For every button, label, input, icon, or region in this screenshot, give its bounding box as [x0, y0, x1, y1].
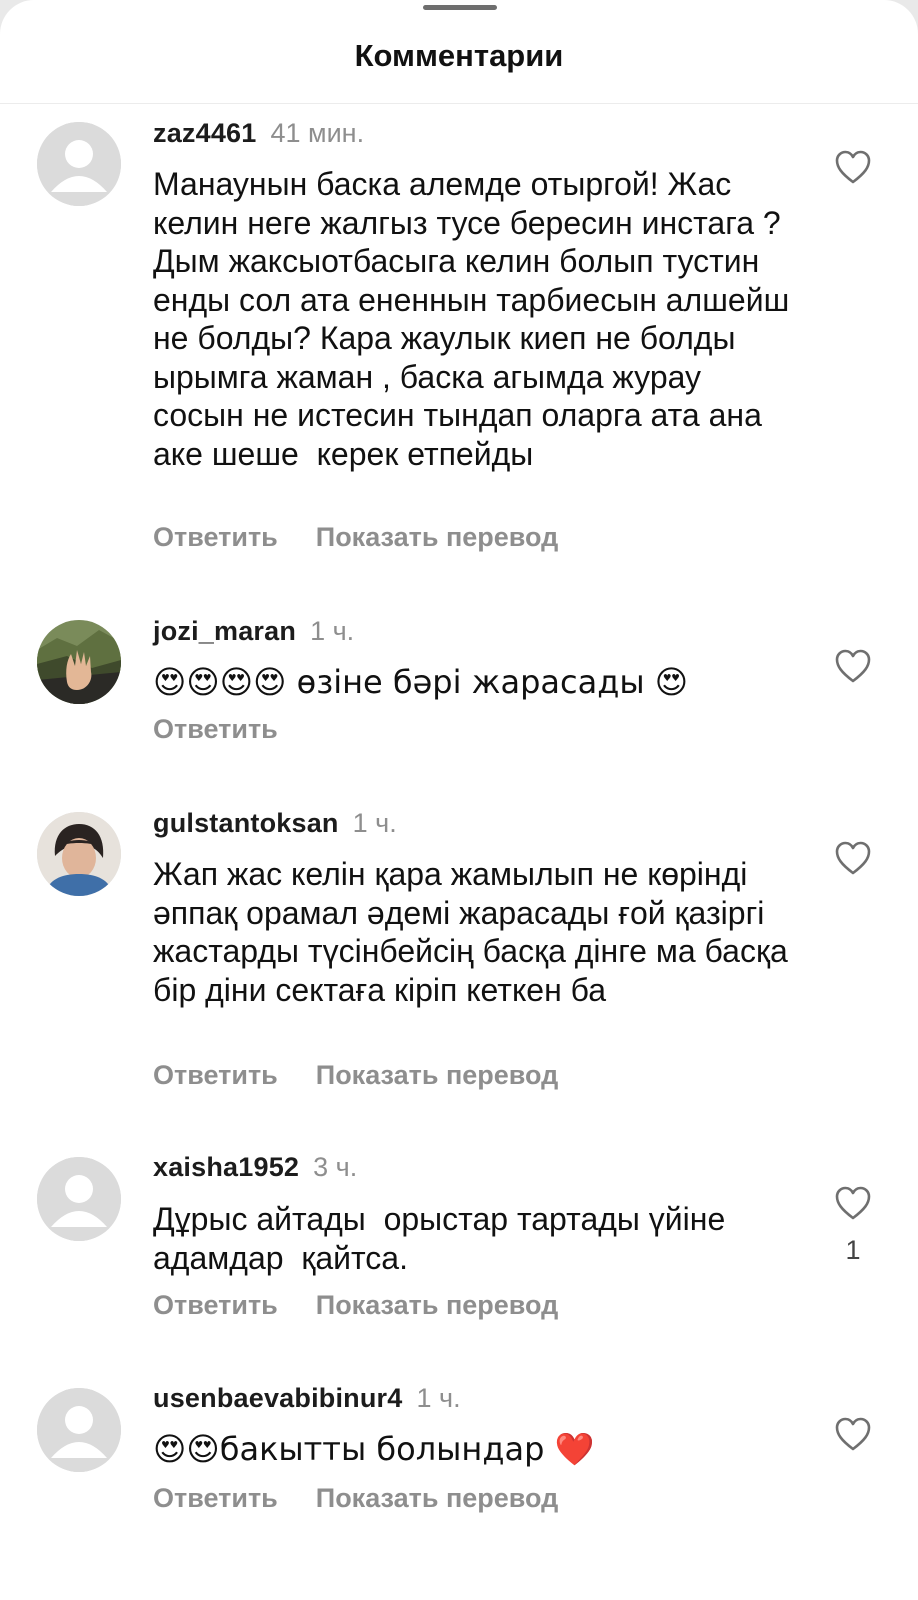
heart-outline-icon	[835, 841, 871, 875]
person-silhouette-icon	[37, 122, 121, 206]
heart-outline-icon	[835, 150, 871, 184]
header-divider	[0, 103, 918, 104]
timestamp: 1 ч.	[352, 808, 397, 838]
comment-header: gulstantoksan 1 ч.	[153, 808, 397, 839]
username[interactable]: gulstantoksan	[153, 808, 339, 838]
like-button[interactable]	[834, 149, 872, 185]
show-translation-button[interactable]: Показать перевод	[316, 1290, 559, 1320]
comment-text: 😍😍😍😍 өзіне бәрі жарасады 😍	[153, 663, 689, 701]
avatar[interactable]	[37, 1388, 121, 1472]
username[interactable]: xaisha1952	[153, 1152, 299, 1182]
comment-header: jozi_maran 1 ч.	[153, 616, 354, 647]
comment-actions: Ответить Показать перевод	[153, 1290, 558, 1321]
heart-outline-icon	[835, 1186, 871, 1220]
like-button[interactable]	[834, 1185, 872, 1221]
like-count: 1	[845, 1235, 861, 1265]
username[interactable]: zaz4461	[153, 118, 256, 148]
timestamp: 1 ч.	[310, 616, 355, 646]
avatar-photo-hand	[37, 620, 121, 704]
comment-actions: Ответить Показать перевод	[153, 1483, 558, 1514]
avatar[interactable]	[37, 812, 121, 896]
avatar[interactable]	[37, 620, 121, 704]
username[interactable]: usenbaevabibinur4	[153, 1383, 402, 1413]
heart-outline-icon	[835, 649, 871, 683]
avatar-photo-woman	[37, 812, 121, 896]
timestamp: 41 мин.	[270, 118, 365, 148]
like-button[interactable]	[834, 840, 872, 876]
show-translation-button[interactable]: Показать перевод	[316, 522, 559, 552]
drag-handle[interactable]	[423, 5, 497, 10]
reply-button[interactable]: Ответить	[153, 1483, 278, 1513]
avatar[interactable]	[37, 1157, 121, 1241]
timestamp: 3 ч.	[313, 1152, 358, 1182]
comment-header: usenbaevabibinur4 1 ч.	[153, 1383, 461, 1414]
reply-button[interactable]: Ответить	[153, 714, 278, 744]
reply-button[interactable]: Ответить	[153, 522, 278, 552]
timestamp: 1 ч.	[416, 1383, 461, 1413]
person-silhouette-icon	[37, 1388, 121, 1472]
reply-button[interactable]: Ответить	[153, 1060, 278, 1090]
username[interactable]: jozi_maran	[153, 616, 296, 646]
comment-actions: Ответить Показать перевод	[153, 1060, 558, 1091]
comment-actions: Ответить	[153, 714, 278, 745]
person-silhouette-icon	[37, 1157, 121, 1241]
reply-button[interactable]: Ответить	[153, 1290, 278, 1320]
comment-header: xaisha1952 3 ч.	[153, 1152, 357, 1183]
sheet-title: Комментарии	[354, 38, 564, 73]
avatar[interactable]	[37, 122, 121, 206]
comment-actions: Ответить Показать перевод	[153, 522, 558, 553]
like-button[interactable]	[834, 648, 872, 684]
comment-text: 😍😍бакытты болындар ❤️	[153, 1430, 595, 1468]
comment-text: Манаунын баска алемде отыргой! Жас келин…	[153, 166, 799, 472]
comments-sheet: Комментарии zaz4461 41 мин. Манаунын баск…	[0, 0, 918, 1600]
like-button[interactable]	[834, 1416, 872, 1452]
comment-text: Дұрыс айтады орыстар тартады үйіне адамд…	[153, 1201, 735, 1276]
comment-text: Жап жас келін қара жамылып не көрінді әп…	[153, 856, 797, 1008]
show-translation-button[interactable]: Показать перевод	[316, 1060, 559, 1090]
comment-header: zaz4461 41 мин.	[153, 118, 364, 149]
heart-outline-icon	[835, 1417, 871, 1451]
show-translation-button[interactable]: Показать перевод	[316, 1483, 559, 1513]
